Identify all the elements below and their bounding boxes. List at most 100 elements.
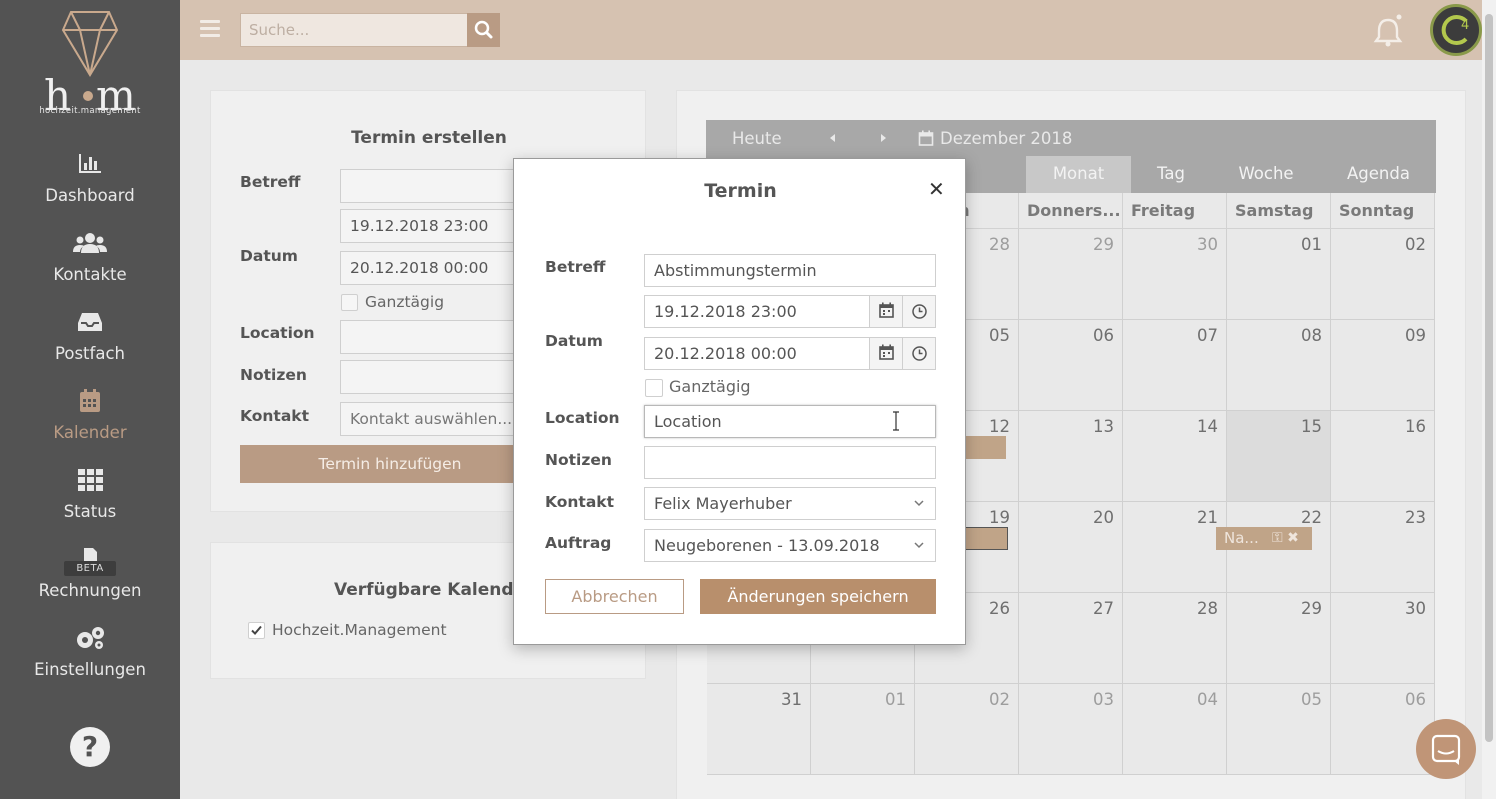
menu-icon[interactable] [200,20,220,38]
day-number: 08 [1301,326,1322,345]
calendar-day-cell[interactable]: 06 [1019,320,1123,411]
sidebar-item-rechnungen[interactable]: BETA Rechnungen [0,547,180,617]
weekday-header: Donners... [1019,193,1123,229]
scrollbar[interactable] [1482,0,1496,799]
calendar-day-cell[interactable]: 14 [1123,411,1227,502]
calendar-day-cell[interactable]: 05 [1227,684,1331,775]
day-number: 28 [1197,599,1218,618]
calendar-icon [80,389,100,412]
tab-monat[interactable]: Monat [1026,156,1131,193]
help-icon[interactable]: ? [70,727,110,767]
calendar-day-cell[interactable]: 16 [1331,411,1435,502]
calendar-day-cell[interactable]: 02 [915,684,1019,775]
calendar-day-cell[interactable]: 28 [1123,593,1227,684]
inbox-icon [78,313,102,331]
calendar-day-cell[interactable]: 03 [1019,684,1123,775]
sidebar-item-status[interactable]: Status [0,468,180,538]
calendar-day-cell[interactable]: 13 [1019,411,1123,502]
date-end-input[interactable]: 20.12.2018 00:00 [644,337,936,370]
calendar-day-cell[interactable]: 04 [1123,684,1227,775]
next-icon[interactable] [878,133,888,143]
tab-agenda[interactable]: Agenda [1321,156,1436,193]
search-button[interactable] [467,13,500,47]
day-number: 22 [1301,508,1322,527]
event-label: Na... [1224,529,1259,547]
calendar-day-cell[interactable]: 15 [1227,411,1331,502]
calendar-day-cell[interactable]: 27 [1019,593,1123,684]
calendar-day-cell[interactable]: 29 [1227,593,1331,684]
betreff-input[interactable]: Abstimmungstermin [644,254,936,287]
scrollbar-thumb[interactable] [1485,14,1493,742]
sidebar-item-postfach[interactable]: Postfach [0,310,180,380]
day-number: 01 [885,690,906,709]
day-number: 04 [1197,690,1218,709]
date-picker-button[interactable] [869,338,902,369]
add-event-button[interactable]: Termin hinzufügen [240,445,540,483]
close-icon[interactable]: ✕ [928,177,945,201]
today-button[interactable]: Heute [732,129,782,148]
avatar[interactable]: 4 [1430,4,1482,56]
cancel-button[interactable]: Abbrechen [545,579,684,614]
betreff-label: Betreff [545,258,606,276]
save-button[interactable]: Änderungen speichern [700,579,936,614]
calendar-small-icon [918,130,934,146]
calendar-day-cell[interactable]: 09 [1331,320,1435,411]
sidebar-item-kalender[interactable]: Kalender [0,389,180,459]
sidebar-item-kontakte[interactable]: Kontakte [0,231,180,301]
time-picker-button[interactable] [902,296,935,327]
calendar-day-cell[interactable]: 01 [811,684,915,775]
bell-icon[interactable] [1373,14,1403,48]
tab-woche[interactable]: Woche [1211,156,1321,193]
calendar-event[interactable]: Na... ⚿ ✖ [1216,527,1312,550]
allday-checkbox[interactable] [341,294,358,311]
logo-subtitle: hochzeit.management [39,106,141,116]
users-icon [73,233,107,253]
calendar-day-cell[interactable]: 23 [1331,502,1435,593]
sidebar: h m hochzeit.management Dashboard Kontak… [0,0,180,799]
calendar-day-cell[interactable]: 07 [1123,320,1227,411]
sidebar-item-einstellungen[interactable]: Einstellungen [0,626,180,696]
day-number: 05 [1301,690,1322,709]
location-input[interactable]: Location [644,405,936,438]
tab-tag[interactable]: Tag [1131,156,1211,193]
panel-title: Termin erstellen [351,128,507,148]
chevron-down-icon [914,542,924,549]
event-icons[interactable]: ⚿ ✖ [1272,527,1299,550]
day-number: 13 [1093,417,1114,436]
calendar-day-cell[interactable]: 21 [1123,502,1227,593]
calendar-checkbox[interactable] [248,622,265,639]
calendar-day-cell[interactable]: 30 [1123,229,1227,320]
clock-icon [912,304,927,319]
calendar-day-cell[interactable]: 01 [1227,229,1331,320]
svg-text:4: 4 [1461,18,1469,33]
date-start-input[interactable]: 19.12.2018 23:00 [644,295,936,328]
calendar-day-cell[interactable]: 20 [1019,502,1123,593]
day-number: 30 [1405,599,1426,618]
beta-badge: BETA [64,561,116,576]
time-picker-button[interactable] [902,338,935,369]
calendar-day-cell[interactable]: 29 [1019,229,1123,320]
calendar-day-cell[interactable]: 02 [1331,229,1435,320]
auftrag-select[interactable]: Neugeborenen - 13.09.2018 [644,529,936,562]
day-number: 27 [1093,599,1114,618]
sidebar-item-label: Kontakte [53,265,127,284]
clock-icon [912,346,927,361]
calendar-day-cell[interactable]: 31 [707,684,811,775]
prev-icon[interactable] [828,133,838,143]
calendar-day-cell[interactable]: 30 [1331,593,1435,684]
search-input[interactable]: Suche... [240,13,468,47]
day-number: 06 [1405,690,1426,709]
logo[interactable]: h m [40,10,150,120]
calendar-day-cell[interactable]: 08 [1227,320,1331,411]
chat-button[interactable] [1416,719,1476,779]
day-number: 23 [1405,508,1426,527]
checkmark-icon [251,625,262,635]
allday-checkbox[interactable] [645,379,663,397]
search-icon [474,20,493,39]
kontakt-select[interactable]: Felix Mayerhuber [644,487,936,520]
notizen-label: Notizen [545,451,612,469]
user-logo-icon: 4 [1441,15,1469,45]
notizen-input[interactable] [644,446,936,479]
date-picker-button[interactable] [869,296,902,327]
sidebar-item-dashboard[interactable]: Dashboard [0,152,180,222]
